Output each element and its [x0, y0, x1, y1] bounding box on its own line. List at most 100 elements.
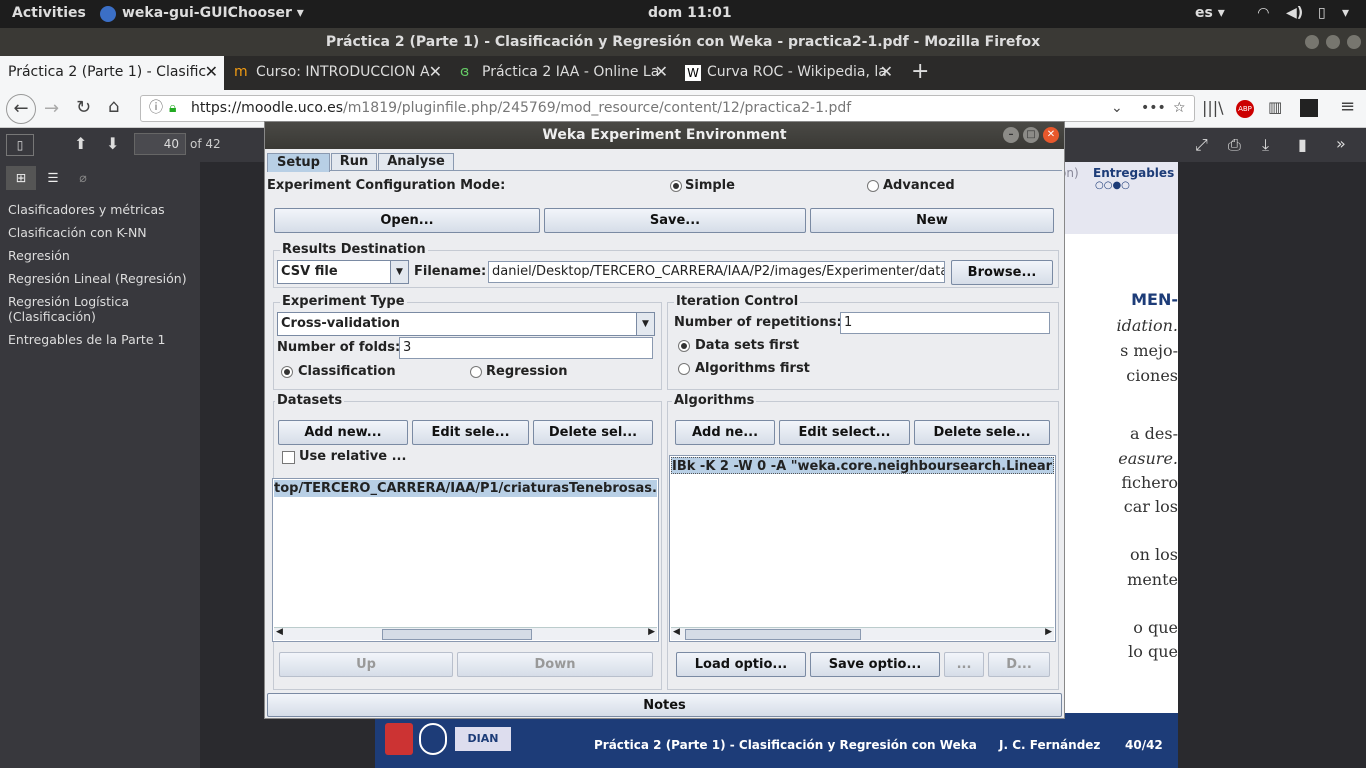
forward-icon[interactable]: →: [44, 98, 59, 119]
up-button[interactable]: Up: [279, 652, 453, 677]
repetitions-field[interactable]: 1: [840, 312, 1050, 334]
bookmark-star-icon[interactable]: ☆: [1173, 96, 1186, 121]
activities-button[interactable]: Activities: [12, 5, 86, 21]
system-menu-icon[interactable]: ▾: [1342, 5, 1349, 21]
language-indicator[interactable]: es ▾: [1195, 5, 1225, 21]
menu-icon[interactable]: ≡: [1340, 96, 1355, 117]
close-tab-icon[interactable]: ✕: [429, 56, 442, 88]
more-button[interactable]: ...: [944, 652, 984, 677]
tab-analyse[interactable]: Analyse: [378, 153, 454, 171]
load-options-button[interactable]: Load optio...: [676, 652, 806, 677]
dataset-list-item[interactable]: top/TERCERO_CARRERA/IAA/P1/criaturasTene…: [274, 480, 657, 497]
close-icon[interactable]: [1347, 35, 1361, 49]
d-button[interactable]: D...: [988, 652, 1050, 677]
use-relative-label[interactable]: Use relative ...: [299, 449, 406, 464]
download-icon[interactable]: ⤓: [1262, 135, 1269, 155]
library-icon[interactable]: |||\: [1202, 98, 1224, 117]
sidebar-toggle-icon[interactable]: ▥: [1268, 98, 1282, 116]
tab-run[interactable]: Run: [331, 153, 377, 171]
info-icon[interactable]: ⓘ: [149, 96, 163, 121]
advanced-label[interactable]: Advanced: [883, 178, 955, 193]
outline-item[interactable]: Regresión Logística (Clasificación): [8, 294, 198, 324]
tab-curso[interactable]: m Curso: INTRODUCCION A ✕: [226, 56, 448, 90]
down-button[interactable]: Down: [457, 652, 653, 677]
page-actions-icon[interactable]: •••: [1141, 96, 1166, 121]
clock[interactable]: dom 11:01: [648, 5, 732, 21]
outline-item[interactable]: Clasificadores y métricas: [8, 202, 198, 217]
thumbnails-icon[interactable]: ⊞: [6, 166, 36, 190]
algorithms-list[interactable]: IBk -K 2 -W 0 -A "weka.core.neighboursea…: [669, 455, 1056, 642]
scroll-thumb[interactable]: [382, 629, 532, 640]
add-algorithm-button[interactable]: Add ne...: [675, 420, 775, 445]
outline-item[interactable]: Clasificación con K-NN: [8, 225, 198, 240]
close-tab-icon[interactable]: ✕: [205, 56, 218, 88]
presentation-icon[interactable]: ⤢: [1195, 135, 1208, 155]
browse-button[interactable]: Browse...: [951, 260, 1053, 285]
minimize-icon[interactable]: [1305, 35, 1319, 49]
tools-icon[interactable]: »: [1336, 134, 1346, 153]
scroll-left-icon[interactable]: ◀: [276, 627, 283, 637]
new-button[interactable]: New: [810, 208, 1054, 233]
outline-item[interactable]: Regresión Lineal (Regresión): [8, 271, 198, 286]
outline-item[interactable]: Regresión: [8, 248, 198, 263]
regression-label[interactable]: Regression: [486, 364, 567, 379]
close-tab-icon[interactable]: ✕: [655, 56, 668, 88]
page-number-input[interactable]: 40: [134, 133, 186, 155]
open-button[interactable]: Open...: [274, 208, 540, 233]
home-icon[interactable]: ⌂: [108, 96, 119, 117]
classification-label[interactable]: Classification: [298, 364, 396, 379]
use-relative-checkbox[interactable]: [282, 451, 295, 464]
scroll-left-icon[interactable]: ◀: [673, 627, 680, 637]
filename-field[interactable]: daniel/Desktop/TERCERO_CARRERA/IAA/P2/im…: [488, 261, 945, 283]
experiment-type-combo[interactable]: Cross-validation ▼: [277, 312, 655, 336]
battery-icon[interactable]: ▯: [1318, 5, 1326, 21]
weka-title-bar[interactable]: Weka Experiment Environment – □ ✕: [265, 122, 1064, 149]
save-options-button[interactable]: Save optio...: [810, 652, 940, 677]
delete-algorithm-button[interactable]: Delete sele...: [914, 420, 1050, 445]
extension-icon[interactable]: [1300, 99, 1318, 117]
url-bar[interactable]: ⓘ 🔒︎ https://moodle.uco.es/m1819/pluginf…: [140, 95, 1195, 122]
datasets-hscrollbar[interactable]: ◀ ▶: [274, 627, 657, 640]
toggle-sidebar-icon[interactable]: ▯: [6, 134, 34, 156]
tab-practica2[interactable]: Práctica 2 (Parte 1) - Clasific ✕: [0, 56, 224, 90]
back-icon[interactable]: ←: [6, 94, 36, 124]
bookmark-icon[interactable]: ▮: [1298, 135, 1307, 154]
scroll-right-icon[interactable]: ▶: [1045, 627, 1052, 637]
add-dataset-button[interactable]: Add new...: [278, 420, 408, 445]
reload-icon[interactable]: ↻: [76, 97, 91, 118]
classification-radio[interactable]: [281, 366, 293, 378]
weka-minimize-icon[interactable]: –: [1003, 127, 1019, 143]
simple-label[interactable]: Simple: [685, 178, 735, 193]
previous-page-icon[interactable]: ⬆: [74, 134, 87, 153]
close-tab-icon[interactable]: ✕: [880, 56, 893, 88]
new-tab-button[interactable]: +: [903, 56, 933, 90]
volume-icon[interactable]: ◀): [1286, 5, 1303, 21]
adblock-icon[interactable]: ABP: [1236, 100, 1254, 118]
tab-practica2-iaa[interactable]: ɞ Práctica 2 IAA - Online La ✕: [452, 56, 674, 90]
scroll-right-icon[interactable]: ▶: [648, 627, 655, 637]
dropdown-icon[interactable]: ⌄: [1111, 96, 1123, 121]
simple-radio[interactable]: [670, 180, 682, 192]
app-menu[interactable]: weka-gui-GUIChooser ▾: [122, 5, 304, 21]
attachments-icon[interactable]: ⌀: [70, 166, 96, 190]
datasets-list[interactable]: top/TERCERO_CARRERA/IAA/P1/criaturasTene…: [272, 478, 659, 642]
chevron-down-icon[interactable]: ▼: [636, 313, 654, 335]
wifi-icon[interactable]: ◠: [1258, 5, 1269, 21]
weka-close-icon[interactable]: ✕: [1043, 127, 1059, 143]
algorithm-list-item[interactable]: IBk -K 2 -W 0 -A "weka.core.neighboursea…: [671, 457, 1054, 474]
algorithms-first-label[interactable]: Algorithms first: [695, 361, 810, 376]
next-page-icon[interactable]: ⬇: [106, 134, 119, 153]
outline-item[interactable]: Entregables de la Parte 1: [8, 332, 198, 347]
save-button[interactable]: Save...: [544, 208, 806, 233]
algorithms-hscrollbar[interactable]: ◀ ▶: [671, 627, 1054, 640]
outline-icon[interactable]: ☰: [40, 166, 66, 190]
maximize-icon[interactable]: [1326, 35, 1340, 49]
folds-field[interactable]: 3: [399, 337, 653, 359]
regression-radio[interactable]: [470, 366, 482, 378]
edit-algorithm-button[interactable]: Edit select...: [779, 420, 910, 445]
weka-maximize-icon[interactable]: □: [1023, 127, 1039, 143]
scroll-thumb[interactable]: [685, 629, 861, 640]
edit-dataset-button[interactable]: Edit sele...: [412, 420, 529, 445]
algorithms-first-radio[interactable]: [678, 363, 690, 375]
datasets-first-radio[interactable]: [678, 340, 690, 352]
